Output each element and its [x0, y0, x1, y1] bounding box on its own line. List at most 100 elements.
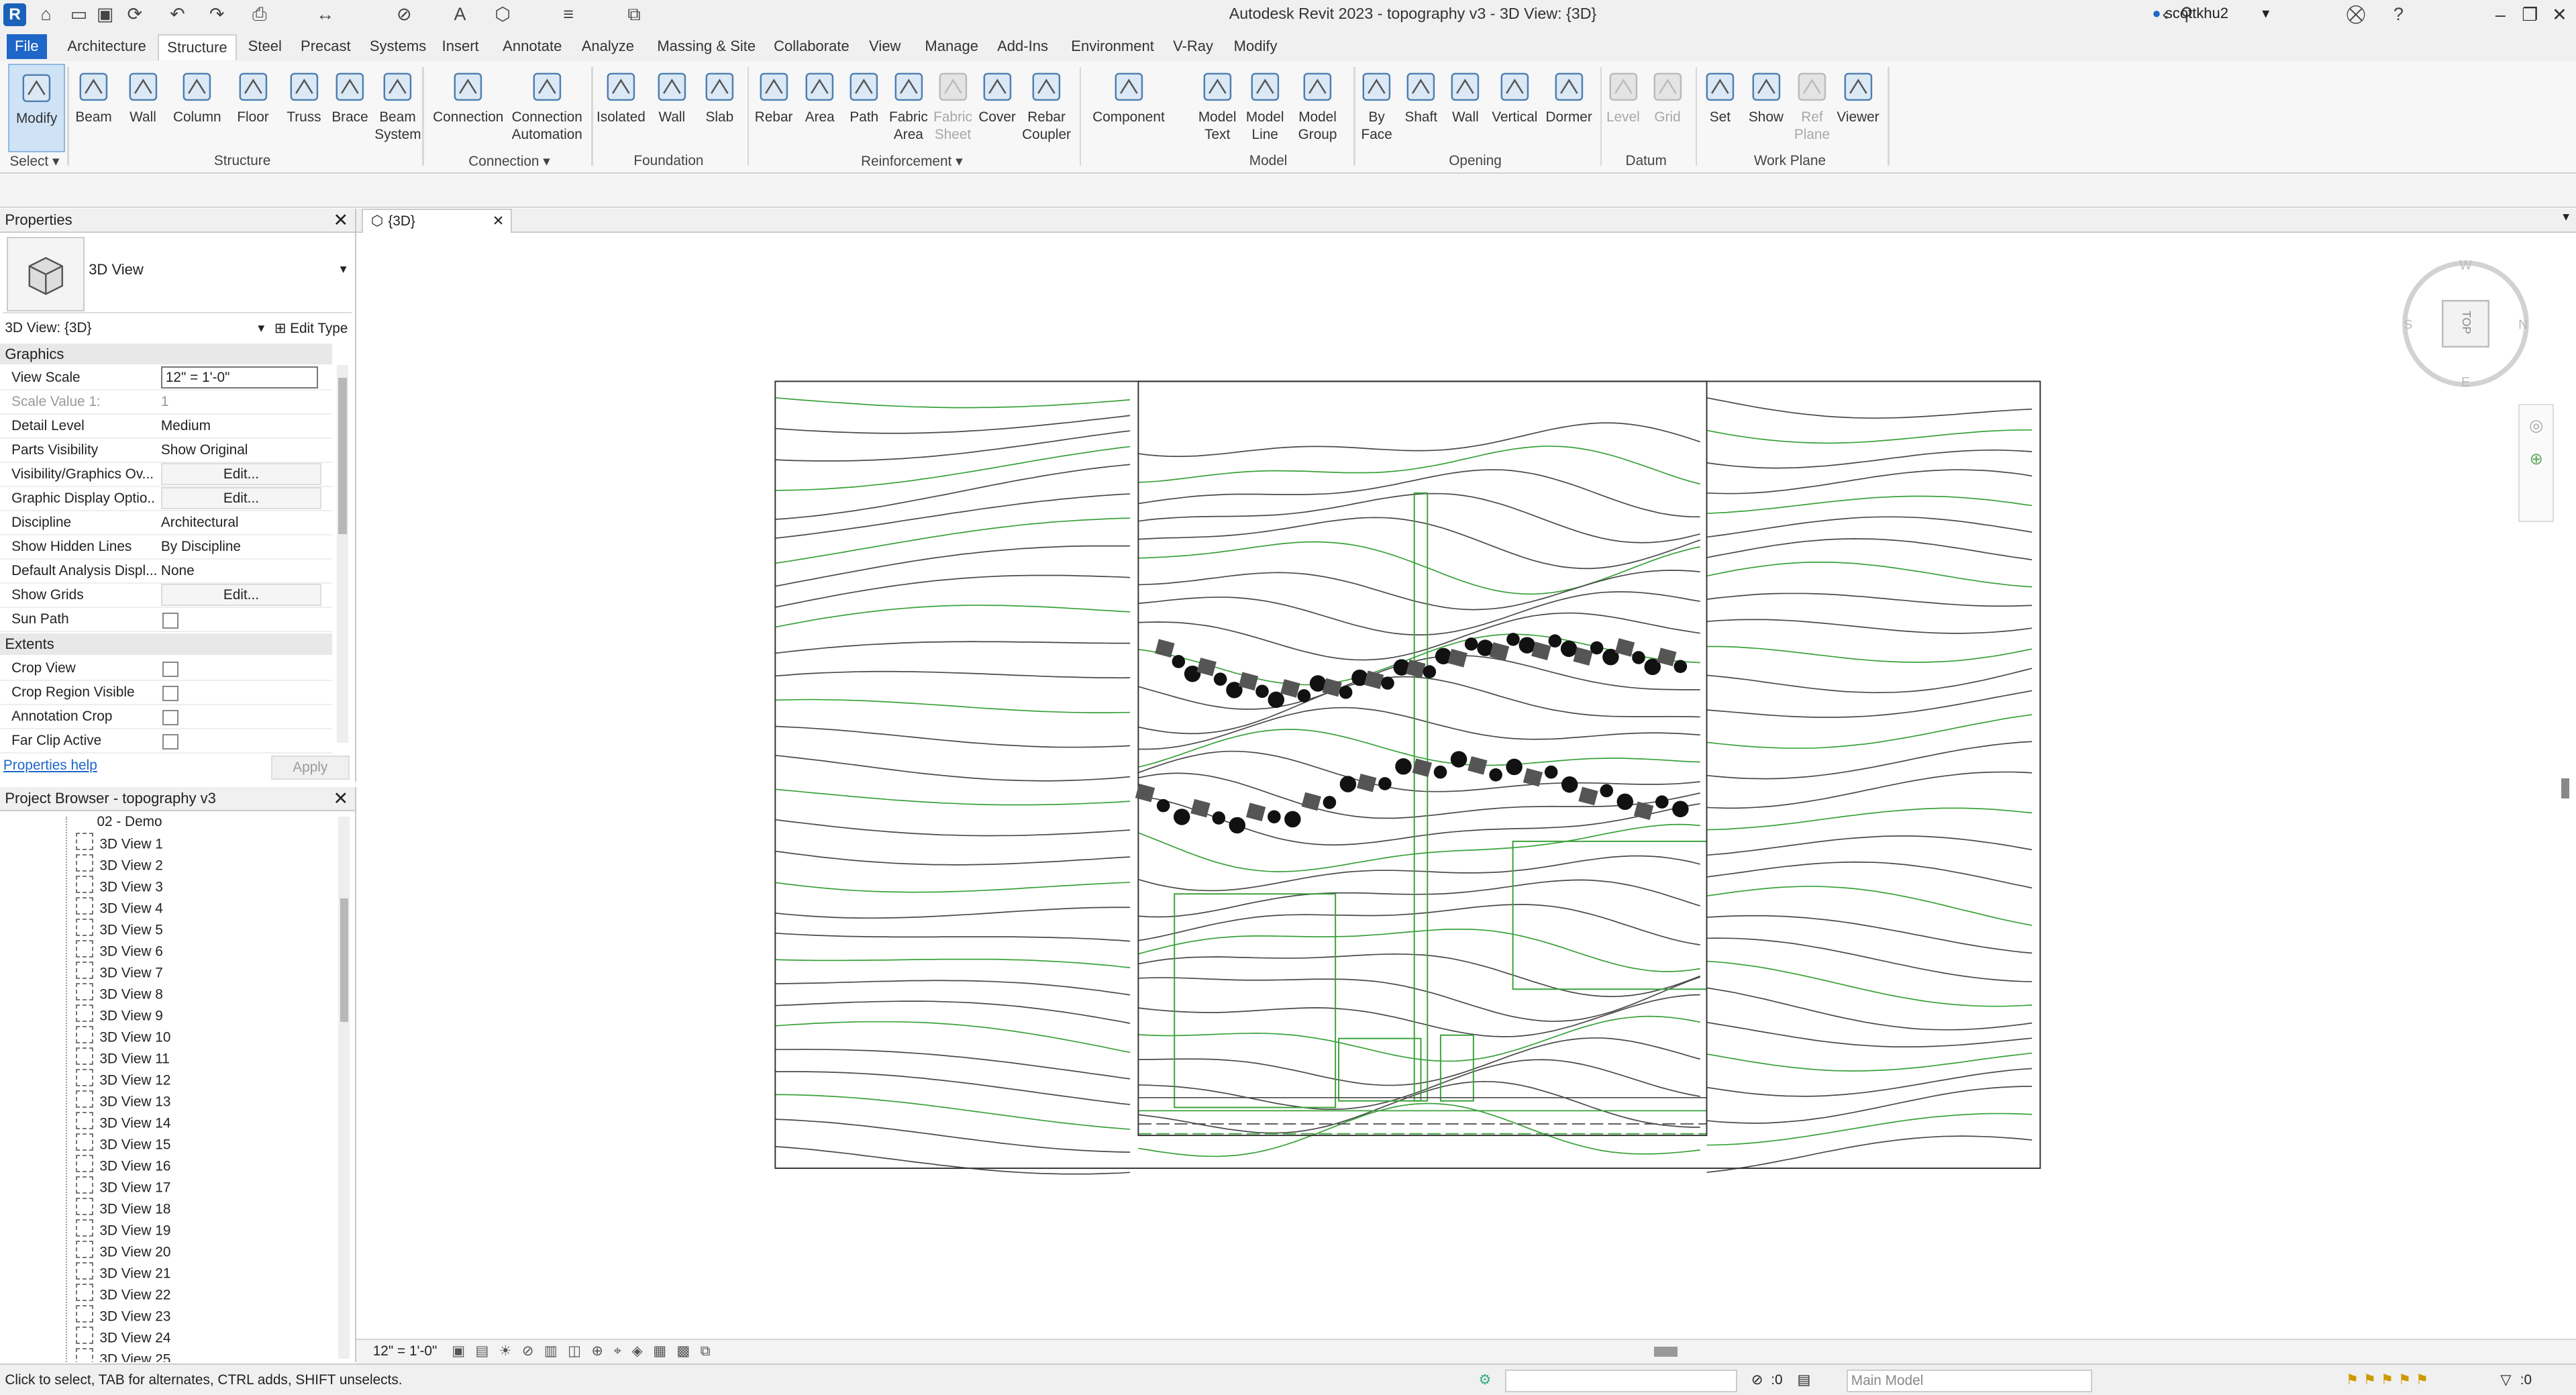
browser-view-item[interactable]: 3D View 12 — [75, 1069, 170, 1090]
browser-view-item[interactable]: 3D View 25 — [75, 1348, 170, 1362]
property-value[interactable]: None — [161, 560, 319, 582]
filter-count-icon[interactable]: ⊘ — [1751, 1365, 1763, 1395]
drawing-canvas[interactable]: W N S E TOP ◎ ⊕ — [356, 233, 2576, 1337]
topography-drawing[interactable] — [356, 234, 2576, 1337]
horizontal-scroll-thumb[interactable] — [1654, 1347, 1678, 1357]
browser-view-item[interactable]: 3D View 21 — [75, 1262, 170, 1284]
browser-view-item[interactable]: 3D View 13 — [75, 1090, 170, 1112]
save-icon[interactable]: ▣ — [95, 5, 115, 24]
edit-button[interactable]: Edit... — [160, 486, 321, 510]
switch-windows-icon[interactable]: ⧉ — [624, 5, 643, 24]
selection-options-icons[interactable]: ⚑⚑⚑⚑⚑ — [2346, 1365, 2433, 1395]
browser-view-item[interactable]: 3D View 1 — [75, 833, 163, 854]
cover-button[interactable]: Cover — [974, 64, 1021, 149]
tab-file[interactable]: File — [6, 34, 47, 60]
revit-logo[interactable]: R — [3, 3, 27, 27]
edit-button[interactable]: Edit... — [160, 583, 321, 607]
brace-button[interactable]: Brace — [329, 64, 372, 149]
wall-button[interactable]: Wall — [1444, 64, 1487, 149]
browser-view-item[interactable]: 3D View 10 — [75, 1026, 170, 1047]
ribbon-group-label[interactable]: Foundation — [593, 153, 744, 171]
measure-icon[interactable]: ↔ — [315, 5, 335, 24]
rebar-coupler-button[interactable]: Rebar Coupler — [1020, 64, 1072, 149]
close-window-button[interactable]: ✕ — [2546, 3, 2573, 26]
model-line-button[interactable]: Model Line — [1242, 64, 1288, 149]
property-checkbox[interactable] — [162, 733, 178, 750]
property-group-header[interactable]: Graphics — [0, 343, 332, 365]
close-icon[interactable]: ✕ — [333, 787, 348, 810]
print-icon[interactable]: ⎙ — [250, 5, 269, 24]
browser-view-item[interactable]: 3D View 5 — [75, 919, 163, 940]
browser-view-item[interactable]: 3D View 20 — [75, 1241, 170, 1262]
redo-icon[interactable]: ↷ — [207, 5, 226, 24]
component-button[interactable]: Component — [1084, 64, 1173, 149]
wall-button[interactable]: Wall — [120, 64, 166, 149]
browser-view-item[interactable]: 3D View 14 — [75, 1112, 170, 1133]
instance-filter[interactable]: 3D View: {3D} ▾ ⊞ Edit Type — [0, 317, 355, 340]
ribbon-group-label[interactable]: Opening — [1353, 153, 1596, 171]
tab-modify[interactable]: Modify — [1225, 34, 1285, 59]
property-checkbox[interactable] — [162, 685, 178, 702]
path-button[interactable]: Path — [843, 64, 886, 149]
text-icon[interactable]: A — [450, 5, 470, 24]
apply-button[interactable]: Apply — [270, 756, 350, 780]
connection-automation-button[interactable]: Connection Automation — [506, 64, 588, 149]
properties-scroll-thumb[interactable] — [338, 378, 347, 534]
navigation-bar[interactable]: ◎ ⊕ — [2518, 404, 2555, 522]
tab-add-ins[interactable]: Add-Ins — [989, 34, 1056, 59]
ribbon-group-label[interactable]: Datum — [1600, 153, 1692, 171]
browser-view-item[interactable]: 3D View 22 — [75, 1284, 170, 1305]
tab-3d-view[interactable]: ⬡ {3D} ✕ — [361, 208, 512, 234]
property-value[interactable]: Show Original — [161, 439, 319, 462]
zoom-icon[interactable]: ⊕ — [2520, 449, 2553, 469]
tab-annotate[interactable]: Annotate — [495, 34, 570, 59]
truss-button[interactable]: Truss — [281, 64, 327, 149]
browser-view-item[interactable]: 3D View 6 — [75, 940, 163, 962]
browser-view-item[interactable]: 3D View 15 — [75, 1133, 170, 1155]
chevron-down-icon[interactable]: ▾ — [2563, 209, 2569, 225]
vertical-scroll-thumb[interactable] — [2561, 778, 2570, 798]
tab-manage[interactable]: Manage — [917, 34, 986, 59]
workset-dropdown[interactable] — [1504, 1370, 1738, 1392]
ribbon-group-label[interactable]: Model — [1186, 153, 1351, 171]
browser-view-item[interactable]: 3D View 2 — [75, 854, 163, 876]
design-options-icon[interactable]: ▤ — [1797, 1365, 1810, 1395]
browser-view-item[interactable]: 3D View 17 — [75, 1176, 170, 1198]
browser-view-item[interactable]: 3D View 18 — [75, 1198, 170, 1219]
column-button[interactable]: Column — [169, 64, 225, 149]
show-button[interactable]: Show — [1743, 64, 1790, 149]
property-value[interactable]: 12" = 1'-0" — [160, 366, 319, 389]
isolated-button[interactable]: Isolated — [593, 64, 649, 149]
ribbon-group-label[interactable]: Reinforcement ▾ — [748, 153, 1076, 171]
view-3d-icon[interactable]: ⬡ — [493, 5, 512, 24]
beam-button[interactable]: Beam — [70, 64, 117, 149]
ribbon-group-label[interactable]: Structure — [66, 153, 419, 171]
tab-massing-site[interactable]: Massing & Site — [649, 34, 764, 59]
beam-system-button[interactable]: Beam System — [374, 64, 421, 149]
vertical-button[interactable]: Vertical — [1487, 64, 1543, 149]
tab-insert[interactable]: Insert — [433, 34, 487, 59]
ribbon-group-label[interactable]: Select ▾ — [5, 153, 64, 171]
help-icon[interactable]: ? — [2389, 5, 2408, 24]
close-icon[interactable]: ✕ — [333, 209, 348, 231]
slab-button[interactable]: Slab — [697, 64, 743, 149]
view-scale[interactable]: 12" = 1'-0" — [373, 1340, 437, 1363]
shaft-button[interactable]: Shaft — [1398, 64, 1445, 149]
browser-view-item[interactable]: 3D View 16 — [75, 1155, 170, 1176]
tab-view[interactable]: View — [861, 34, 909, 59]
tab-systems[interactable]: Systems — [362, 34, 435, 59]
view-cube-face[interactable]: TOP — [2459, 299, 2473, 346]
by-face-button[interactable]: By Face — [1353, 64, 1400, 149]
property-checkbox[interactable] — [162, 613, 178, 629]
tab-environment[interactable]: Environment — [1063, 34, 1162, 59]
tag-icon[interactable]: ⊘ — [395, 5, 414, 24]
viewer-button[interactable]: Viewer — [1832, 64, 1884, 149]
tab-precast[interactable]: Precast — [293, 34, 359, 59]
ribbon-group-label[interactable]: Work Plane — [1696, 153, 1885, 171]
minimize-button[interactable]: – — [2487, 3, 2514, 26]
connection-button[interactable]: Connection — [430, 64, 506, 149]
ribbon-group-label[interactable]: Connection ▾ — [430, 153, 588, 171]
model-group-button[interactable]: Model Group — [1290, 64, 1345, 149]
set-button[interactable]: Set — [1697, 64, 1743, 149]
properties-help-link[interactable]: Properties help — [3, 758, 97, 774]
